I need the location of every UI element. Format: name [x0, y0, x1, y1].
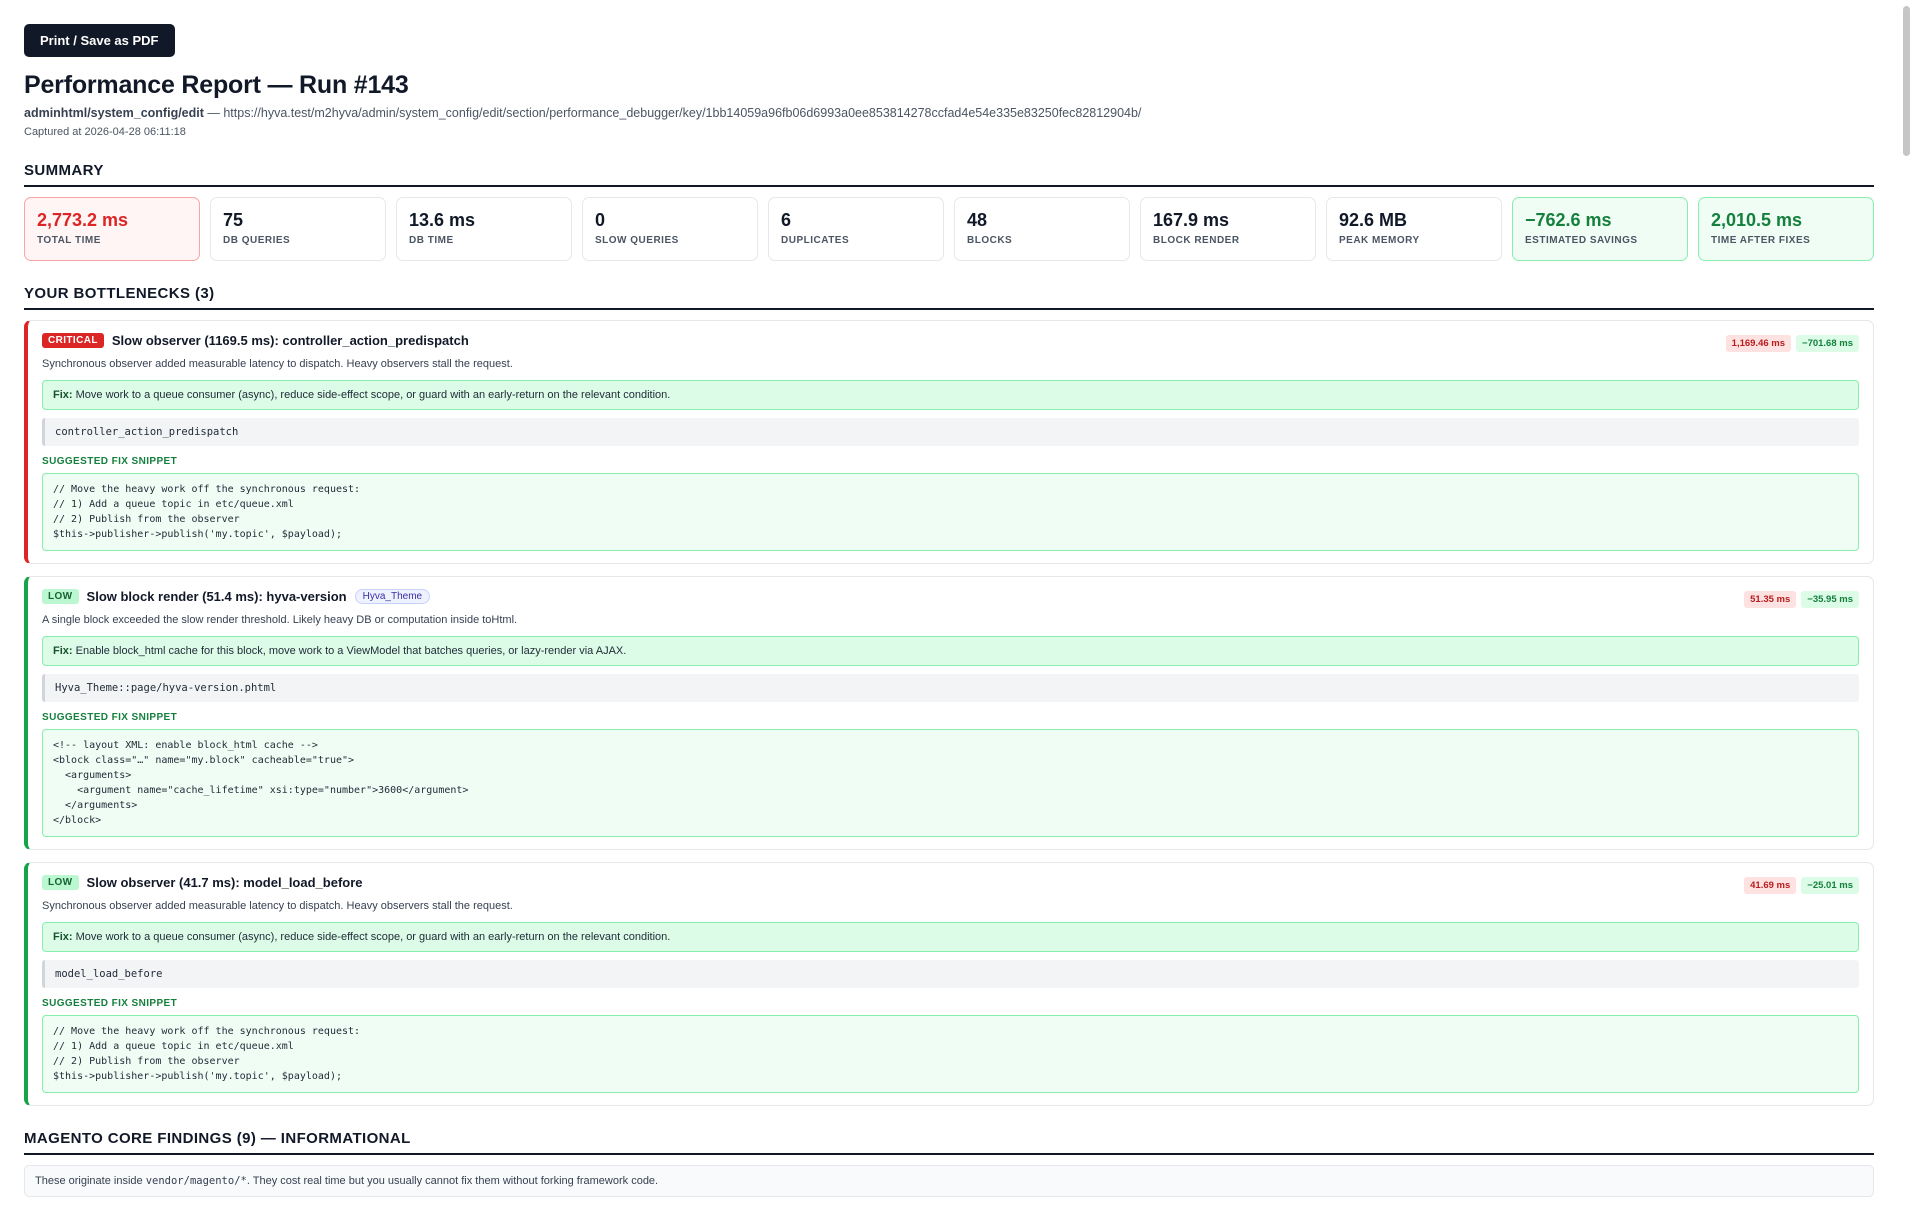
kpi-db-queries: 75 DB QUERIES: [210, 197, 386, 261]
url-separator: —: [203, 106, 224, 120]
kpi-value: 13.6 ms: [409, 210, 476, 230]
severity-badge: LOW: [42, 589, 79, 604]
core-findings-section-title: MAGENTO CORE FINDINGS (9) — INFORMATIONA…: [24, 1130, 1874, 1155]
bottleneck-card: LOW Slow observer (41.7 ms): model_load_…: [24, 862, 1874, 1106]
report-page: Print / Save as PDF Performance Report —…: [24, 24, 1874, 1197]
kpi-label: ESTIMATED SAVINGS: [1525, 235, 1638, 246]
severity-badge: LOW: [42, 875, 79, 890]
fix-snippet: // Move the heavy work off the synchrono…: [42, 473, 1859, 551]
note-text: . They cost real time but you usually ca…: [246, 1175, 659, 1187]
module-tag: Hyva_Theme: [354, 589, 431, 604]
bottleneck-description: Synchronous observer added measurable la…: [42, 900, 513, 912]
kpi-value: 2,010.5 ms: [1711, 210, 1803, 230]
kpi-blocks: 48 BLOCKS: [954, 197, 1130, 261]
severity-badge: CRITICAL: [42, 333, 104, 348]
kpi-estimated-savings: −762.6 ms ESTIMATED SAVINGS: [1512, 197, 1688, 261]
kpi-label: BLOCKS: [967, 235, 1013, 246]
kpi-label: DB TIME: [409, 235, 454, 246]
saving-pill: −25.01 ms: [1801, 877, 1859, 894]
kpi-db-time: 13.6 ms DB TIME: [396, 197, 572, 261]
fix-text: Move work to a queue consumer (async), r…: [72, 931, 671, 943]
cost-pill: 41.69 ms: [1744, 877, 1797, 894]
route-name: adminhtml/system_config/edit: [24, 106, 204, 120]
kpi-value: −762.6 ms: [1525, 210, 1612, 230]
fix-snippet: // Move the heavy work off the synchrono…: [42, 1015, 1859, 1093]
bottleneck-card: LOW Slow block render (51.4 ms): hyva-ve…: [24, 576, 1874, 850]
captured-timestamp: Captured at 2026-04-28 06:11:18: [24, 126, 186, 138]
bottleneck-header: CRITICAL Slow observer (1169.5 ms): cont…: [42, 333, 1859, 348]
fix-label: Fix:: [53, 389, 73, 401]
bottlenecks-section-title: YOUR BOTTLENECKS (3): [24, 285, 1874, 310]
fix-box: Fix: Move work to a queue consumer (asyn…: [42, 380, 1859, 410]
code-reference: model_load_before: [42, 960, 1859, 988]
kpi-label: DB QUERIES: [223, 235, 291, 246]
note-text: These originate inside: [35, 1175, 146, 1187]
kpi-value: 48: [967, 210, 988, 230]
cost-pill: 51.35 ms: [1744, 591, 1797, 608]
fix-text: Enable block_html cache for this block, …: [72, 645, 627, 657]
bottleneck-metrics: 1,169.46 ms −701.68 ms: [1725, 335, 1859, 352]
bottleneck-header: LOW Slow observer (41.7 ms): model_load_…: [42, 875, 1859, 890]
kpi-label: BLOCK RENDER: [1153, 235, 1240, 246]
fix-snippet: <!-- layout XML: enable block_html cache…: [42, 729, 1859, 837]
saving-pill: −701.68 ms: [1796, 335, 1859, 352]
print-save-pdf-button[interactable]: Print / Save as PDF: [24, 24, 175, 57]
page-scrollbar[interactable]: [1901, 0, 1911, 1211]
kpi-label: DUPLICATES: [781, 235, 850, 246]
kpi-slow-queries: 0 SLOW QUERIES: [582, 197, 758, 261]
kpi-value: 75: [223, 210, 244, 230]
bottleneck-title: Slow block render (51.4 ms): hyva-versio…: [86, 589, 347, 604]
kpi-label: TIME AFTER FIXES: [1711, 235, 1811, 246]
kpi-block-render: 167.9 ms BLOCK RENDER: [1140, 197, 1316, 261]
kpi-total-time: 2,773.2 ms TOTAL TIME: [24, 197, 200, 261]
request-meta: adminhtml/system_config/edit — https://h…: [24, 106, 1874, 120]
core-findings-note: These originate inside vendor/magento/*.…: [24, 1165, 1874, 1197]
bottleneck-card: CRITICAL Slow observer (1169.5 ms): cont…: [24, 320, 1874, 564]
code-reference: controller_action_predispatch: [42, 418, 1859, 446]
snippet-label: SUGGESTED FIX SNIPPET: [42, 456, 178, 467]
fix-label: Fix:: [53, 645, 73, 657]
fix-label: Fix:: [53, 931, 73, 943]
code-reference: Hyva_Theme::page/hyva-version.phtml: [42, 674, 1859, 702]
request-url: https://hyva.test/m2hyva/admin/system_co…: [223, 106, 1142, 120]
snippet-label: SUGGESTED FIX SNIPPET: [42, 712, 178, 723]
bottleneck-title: Slow observer (41.7 ms): model_load_befo…: [86, 875, 363, 890]
kpi-label: TOTAL TIME: [37, 235, 101, 246]
bottleneck-metrics: 41.69 ms −25.01 ms: [1744, 877, 1859, 894]
kpi-value: 167.9 ms: [1153, 210, 1230, 230]
scrollbar-thumb[interactable]: [1903, 6, 1910, 156]
summary-section-title: SUMMARY: [24, 162, 1874, 187]
saving-pill: −35.95 ms: [1801, 591, 1859, 608]
fix-text: Move work to a queue consumer (async), r…: [72, 389, 671, 401]
vendor-path-code: vendor/magento/*: [145, 1175, 247, 1187]
kpi-label: PEAK MEMORY: [1339, 235, 1420, 246]
kpi-peak-memory: 92.6 MB PEAK MEMORY: [1326, 197, 1502, 261]
cost-pill: 1,169.46 ms: [1725, 335, 1792, 352]
bottleneck-description: A single block exceeded the slow render …: [42, 614, 518, 626]
fix-box: Fix: Enable block_html cache for this bl…: [42, 636, 1859, 666]
kpi-value: 92.6 MB: [1339, 210, 1408, 230]
kpi-duplicates: 6 DUPLICATES: [768, 197, 944, 261]
kpi-value: 2,773.2 ms: [37, 210, 129, 230]
bottleneck-title: Slow observer (1169.5 ms): controller_ac…: [111, 333, 469, 348]
snippet-label: SUGGESTED FIX SNIPPET: [42, 998, 178, 1009]
page-title: Performance Report — Run #143: [24, 71, 409, 99]
bottleneck-description: Synchronous observer added measurable la…: [42, 358, 513, 370]
kpi-value: 0: [595, 210, 606, 230]
bottleneck-header: LOW Slow block render (51.4 ms): hyva-ve…: [42, 589, 1859, 604]
kpi-value: 6: [781, 210, 792, 230]
bottleneck-metrics: 51.35 ms −35.95 ms: [1744, 591, 1859, 608]
fix-box: Fix: Move work to a queue consumer (asyn…: [42, 922, 1859, 952]
kpi-label: SLOW QUERIES: [595, 235, 679, 246]
kpi-time-after-fixes: 2,010.5 ms TIME AFTER FIXES: [1698, 197, 1874, 261]
summary-kpis: 2,773.2 ms TOTAL TIME 75 DB QUERIES 13.6 m…: [24, 197, 1874, 261]
